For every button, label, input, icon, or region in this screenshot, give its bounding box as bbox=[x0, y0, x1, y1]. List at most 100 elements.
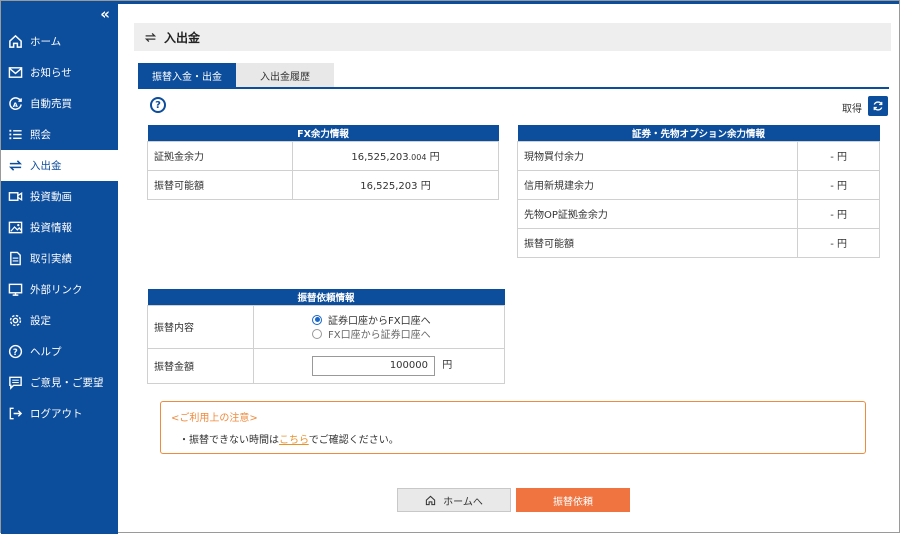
logout-icon bbox=[7, 406, 23, 422]
fx-row-value: 16,525,203.004 円 bbox=[292, 140, 499, 171]
fx-margin-table: FX余力情報 証拠金余力 16,525,203.004 円 振替可能額 16,5… bbox=[147, 125, 499, 200]
radio-checked[interactable] bbox=[312, 314, 322, 325]
monitor-icon bbox=[7, 282, 23, 298]
notice-text: ・振替できない時間はこちらでご確認ください。 bbox=[179, 435, 399, 446]
transfer-amount-input[interactable] bbox=[312, 355, 435, 376]
request-table-header: 振替依頼情報 bbox=[147, 289, 505, 305]
collapse-sidebar-icon[interactable]: « bbox=[100, 6, 110, 22]
mail-icon bbox=[7, 65, 23, 81]
sidebar-item-trade-record[interactable]: 取引実績 bbox=[1, 243, 118, 274]
table-row: 先物OP証拠金余力 - 円 bbox=[517, 198, 880, 229]
top-accent-line bbox=[118, 1, 899, 4]
sidebar-item-help[interactable]: ? ヘルプ bbox=[1, 336, 118, 367]
securities-row-label: 先物OP証拠金余力 bbox=[517, 198, 798, 229]
sidebar-item-feedback[interactable]: ご意見・ご要望 bbox=[1, 367, 118, 398]
securities-row-value: - 円 bbox=[797, 227, 880, 258]
radio-option-fx-to-securities[interactable]: FX口座から証券口座へ bbox=[312, 327, 498, 341]
transfer-icon bbox=[7, 158, 23, 174]
page-title: 入出金 bbox=[134, 23, 891, 51]
sidebar-item-inquiry[interactable]: 照会 bbox=[1, 119, 118, 150]
table-row: 現物買付余力 - 円 bbox=[517, 140, 880, 171]
tab-history[interactable]: 入出金履歴 bbox=[236, 63, 334, 87]
sidebar-item-label: 投資情報 bbox=[30, 222, 72, 234]
sidebar-item-label: 投資動画 bbox=[30, 191, 72, 203]
app-frame: « ホーム お知らせ A 自動売買 照会 入出金 投資動画 投資情報 取引実績 … bbox=[0, 0, 900, 534]
fx-row-label: 振替可能額 bbox=[147, 169, 293, 200]
table-row: 振替内容 証券口座からFX口座へ FX口座から証券口座へ bbox=[147, 304, 505, 349]
table-row: 振替可能額 - 円 bbox=[517, 227, 880, 258]
radio-option-securities-to-fx[interactable]: 証券口座からFX口座へ bbox=[312, 313, 498, 327]
sidebar-item-label: 自動売買 bbox=[30, 98, 72, 110]
amount-unit: 円 bbox=[442, 360, 453, 371]
sidebar-item-logout[interactable]: ログアウト bbox=[1, 398, 118, 429]
document-icon bbox=[7, 251, 23, 267]
help-icon: ? bbox=[7, 344, 23, 360]
securities-table-header: 証券・先物オプション余力情報 bbox=[517, 125, 880, 141]
svg-text:A: A bbox=[12, 101, 18, 109]
table-row: 振替金額 円 bbox=[147, 347, 505, 384]
notice-link[interactable]: こちら bbox=[279, 435, 309, 446]
sidebar-item-label: 外部リンク bbox=[30, 284, 83, 296]
transfer-type-label: 振替内容 bbox=[147, 304, 254, 349]
sidebar-item-investment-info[interactable]: 投資情報 bbox=[1, 212, 118, 243]
fx-row-label: 証拠金余力 bbox=[147, 140, 293, 171]
sidebar-item-label: 取引実績 bbox=[30, 253, 72, 265]
tab-transfer[interactable]: 振替入金・出金 bbox=[138, 63, 236, 87]
transfer-amount-cell: 円 bbox=[253, 347, 505, 384]
help-icon[interactable]: ? bbox=[150, 97, 166, 113]
radio-unchecked[interactable] bbox=[312, 328, 322, 339]
fetch-label: 取得 bbox=[842, 104, 862, 115]
refresh-icon bbox=[873, 101, 883, 111]
securities-row-value: - 円 bbox=[797, 198, 880, 229]
sidebar-item-label: ホーム bbox=[30, 36, 62, 48]
sidebar-item-label: 入出金 bbox=[30, 160, 62, 172]
securities-margin-table: 証券・先物オプション余力情報 現物買付余力 - 円 信用新規建余力 - 円 先物… bbox=[517, 125, 880, 258]
sidebar-nav: ホーム お知らせ A 自動売買 照会 入出金 投資動画 投資情報 取引実績 外部… bbox=[1, 26, 118, 429]
home-icon bbox=[426, 495, 436, 505]
notice-title: <ご利用上の注意> bbox=[171, 413, 258, 424]
sidebar-item-external-links[interactable]: 外部リンク bbox=[1, 274, 118, 305]
sidebar-item-home[interactable]: ホーム bbox=[1, 26, 118, 57]
securities-row-label: 現物買付余力 bbox=[517, 140, 798, 171]
sidebar-item-deposit-withdrawal[interactable]: 入出金 bbox=[1, 150, 118, 181]
transfer-request-button[interactable]: 振替依頼 bbox=[516, 488, 630, 512]
transfer-icon bbox=[144, 32, 157, 42]
list-icon bbox=[7, 127, 23, 143]
transfer-type-options: 証券口座からFX口座へ FX口座から証券口座へ bbox=[253, 304, 505, 349]
comment-icon bbox=[7, 375, 23, 391]
securities-row-label: 振替可能額 bbox=[517, 227, 798, 258]
video-icon bbox=[7, 189, 23, 205]
sidebar-item-auto-trade[interactable]: A 自動売買 bbox=[1, 88, 118, 119]
refresh-button[interactable] bbox=[868, 96, 888, 116]
notice-box: <ご利用上の注意> ・振替できない時間はこちらでご確認ください。 bbox=[160, 401, 866, 454]
table-row: 証拠金余力 16,525,203.004 円 bbox=[147, 140, 499, 171]
sidebar-item-label: お知らせ bbox=[30, 67, 72, 79]
fx-table-header: FX余力情報 bbox=[147, 125, 499, 141]
sidebar-item-news[interactable]: お知らせ bbox=[1, 57, 118, 88]
sidebar-item-label: ヘルプ bbox=[30, 346, 62, 358]
gear-icon bbox=[7, 313, 23, 329]
table-row: 振替可能額 16,525,203 円 bbox=[147, 169, 499, 200]
sidebar-item-label: ご意見・ご要望 bbox=[30, 377, 104, 389]
sidebar-item-videos[interactable]: 投資動画 bbox=[1, 181, 118, 212]
securities-row-label: 信用新規建余力 bbox=[517, 169, 798, 200]
transfer-amount-label: 振替金額 bbox=[147, 347, 254, 384]
securities-row-value: - 円 bbox=[797, 140, 880, 171]
sidebar-item-label: 照会 bbox=[30, 129, 51, 141]
table-row: 信用新規建余力 - 円 bbox=[517, 169, 880, 200]
sidebar: « ホーム お知らせ A 自動売買 照会 入出金 投資動画 投資情報 取引実績 … bbox=[1, 1, 118, 534]
tab-bar: 振替入金・出金 入出金履歴 bbox=[138, 63, 889, 89]
page-title-text: 入出金 bbox=[164, 30, 201, 45]
svg-text:?: ? bbox=[12, 347, 17, 357]
sidebar-item-label: 設定 bbox=[30, 315, 51, 327]
home-button[interactable]: ホームへ bbox=[397, 488, 511, 512]
sidebar-item-label: ログアウト bbox=[30, 408, 83, 420]
securities-row-value: - 円 bbox=[797, 169, 880, 200]
image-icon bbox=[7, 220, 23, 236]
fx-row-value: 16,525,203 円 bbox=[292, 169, 499, 200]
home-icon bbox=[7, 34, 23, 50]
sidebar-item-settings[interactable]: 設定 bbox=[1, 305, 118, 336]
main-content: 入出金 振替入金・出金 入出金履歴 ? 取得 FX余力情報 証拠金余力 16,5… bbox=[118, 1, 899, 534]
transfer-request-table: 振替依頼情報 振替内容 証券口座からFX口座へ FX口座から証券口座へ 振替金額 bbox=[147, 289, 505, 384]
auto-trade-icon: A bbox=[7, 96, 23, 112]
